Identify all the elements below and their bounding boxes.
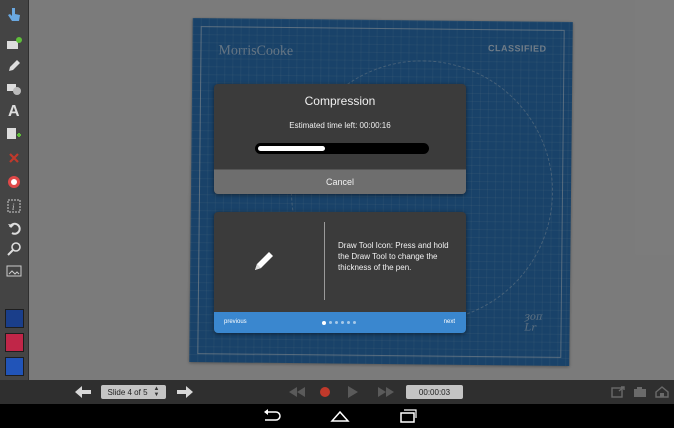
tool-sidebar: A i [0, 0, 29, 380]
add-slide-icon[interactable] [5, 35, 23, 53]
player-bar: Slide 4 of 5 ▲ ▼ 00:00:03 [0, 380, 674, 404]
tip-page-dot[interactable] [322, 320, 326, 325]
hand-pointer-icon[interactable] [5, 6, 23, 24]
cancel-button[interactable]: Cancel [214, 169, 466, 194]
tip-previous-link[interactable]: previous [224, 319, 247, 325]
dialog-title: Compression [304, 94, 376, 108]
play-icon[interactable] [348, 385, 358, 399]
camera-icon[interactable] [633, 385, 647, 399]
color-swatch-red[interactable] [5, 333, 24, 352]
tip-footer: previous next [214, 312, 466, 333]
color-swatch-blue[interactable] [5, 357, 24, 376]
estimated-time-label: Estimated time left: 00:00:16 [289, 121, 391, 130]
tip-body: Draw Tool Icon: Press and hold the Draw … [214, 212, 466, 312]
export-icon[interactable] [611, 385, 625, 399]
stepper-arrows-icon: ▲ ▼ [153, 386, 160, 398]
progress-bar [255, 143, 429, 154]
record-icon[interactable] [5, 173, 23, 191]
system-navigation-bar [0, 404, 674, 428]
shapes-icon[interactable] [5, 80, 23, 98]
tip-next-link[interactable]: next [444, 319, 455, 325]
record-button-icon[interactable] [320, 385, 330, 399]
svg-text:A: A [8, 103, 20, 118]
delete-icon[interactable] [5, 149, 23, 167]
home-icon[interactable] [330, 409, 350, 423]
back-icon[interactable] [262, 409, 282, 423]
svg-text:i: i [12, 202, 15, 212]
rewind-icon[interactable] [289, 385, 305, 399]
progress-fill [258, 146, 325, 151]
zoom-icon[interactable] [5, 240, 23, 258]
tip-page-dots [322, 320, 356, 325]
add-media-icon[interactable] [5, 126, 23, 144]
image-icon[interactable] [5, 262, 23, 280]
info-icon[interactable]: i [5, 197, 23, 215]
tip-page-dot[interactable] [341, 321, 344, 324]
recents-icon[interactable] [398, 409, 418, 423]
color-swatch-dark-blue[interactable] [5, 309, 24, 328]
fast-forward-icon[interactable] [378, 385, 394, 399]
tip-page-dot[interactable] [329, 321, 332, 324]
slide-selector-label: Slide 4 of 5 [107, 387, 148, 397]
pencil-icon [252, 249, 276, 273]
time-display: 00:00:03 [406, 385, 463, 399]
tip-divider [324, 222, 325, 300]
home-scene-icon[interactable] [655, 385, 669, 399]
tip-page-dot[interactable] [353, 321, 356, 324]
undo-icon[interactable] [5, 219, 23, 237]
text-icon[interactable]: A [5, 101, 23, 119]
tip-text: Draw Tool Icon: Press and hold the Draw … [338, 241, 449, 272]
tip-page-dot[interactable] [335, 321, 338, 324]
tip-page-dot[interactable] [347, 321, 350, 324]
tip-card: Draw Tool Icon: Press and hold the Draw … [214, 212, 466, 333]
previous-slide-arrow-icon[interactable] [75, 385, 91, 399]
pencil-icon[interactable] [5, 57, 23, 75]
slide-selector[interactable]: Slide 4 of 5 ▲ ▼ [101, 385, 166, 399]
compression-dialog: Compression Estimated time left: 00:00:1… [214, 84, 466, 194]
next-slide-arrow-icon[interactable] [177, 385, 193, 399]
